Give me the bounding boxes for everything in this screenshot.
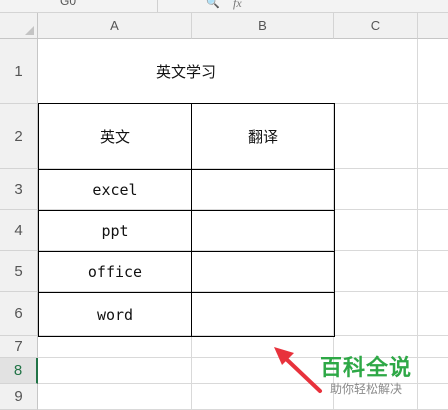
header-english-label: 英文 [99, 128, 130, 146]
row-header-8[interactable]: 8 [0, 358, 38, 384]
row-header-6[interactable]: 6 [0, 292, 38, 336]
fx-icon[interactable]: fx [233, 0, 242, 11]
formula-input[interactable]: 🔍 fx [158, 0, 448, 10]
row-header-9[interactable]: 9 [0, 384, 38, 410]
row-header-5[interactable]: 5 [0, 251, 38, 292]
column-header-c[interactable]: C [334, 13, 418, 39]
watermark-subtitle: 助你轻松解决 [330, 382, 403, 396]
word-cell-ppt[interactable]: ppt [38, 210, 192, 252]
column-header-d[interactable] [418, 13, 448, 39]
word-label: word [96, 305, 134, 324]
word-cell-office[interactable]: office [38, 251, 192, 293]
translation-cell-office[interactable] [191, 251, 335, 293]
word-label: ppt [101, 222, 129, 240]
formula-bar: G0 🔍 fx [0, 0, 448, 13]
word-label: office [87, 263, 143, 281]
row-header-1[interactable]: 1 [0, 39, 38, 104]
row-header-2[interactable]: 2 [0, 104, 38, 169]
column-header-a[interactable]: A [38, 13, 192, 39]
row-header-3[interactable]: 3 [0, 169, 38, 210]
table-title: 英文学习 [155, 62, 216, 81]
row-header-4[interactable]: 4 [0, 210, 38, 251]
select-all-corner[interactable] [0, 13, 38, 39]
row-header-7[interactable]: 7 [0, 336, 38, 358]
translation-cell-word[interactable] [191, 292, 335, 337]
word-cell-word[interactable]: word [38, 292, 192, 337]
word-cell-excel[interactable]: excel [38, 169, 192, 211]
translation-cell-ppt[interactable] [191, 210, 335, 252]
table-title-cell[interactable]: 英文学习 [38, 39, 334, 103]
watermark-logo: 百科全说 助你轻松解决 [320, 350, 440, 400]
translation-cell-excel[interactable] [191, 169, 335, 211]
word-label: excel [92, 181, 138, 199]
header-cell-translation[interactable]: 翻译 [191, 103, 335, 170]
column-header-b[interactable]: B [192, 13, 334, 39]
name-box[interactable]: G0 [0, 0, 150, 10]
watermark-title: 百科全说 [320, 356, 413, 381]
header-cell-english[interactable]: 英文 [38, 103, 192, 170]
header-translation-label: 翻译 [247, 128, 278, 146]
search-icon[interactable]: 🔍 [206, 0, 220, 9]
